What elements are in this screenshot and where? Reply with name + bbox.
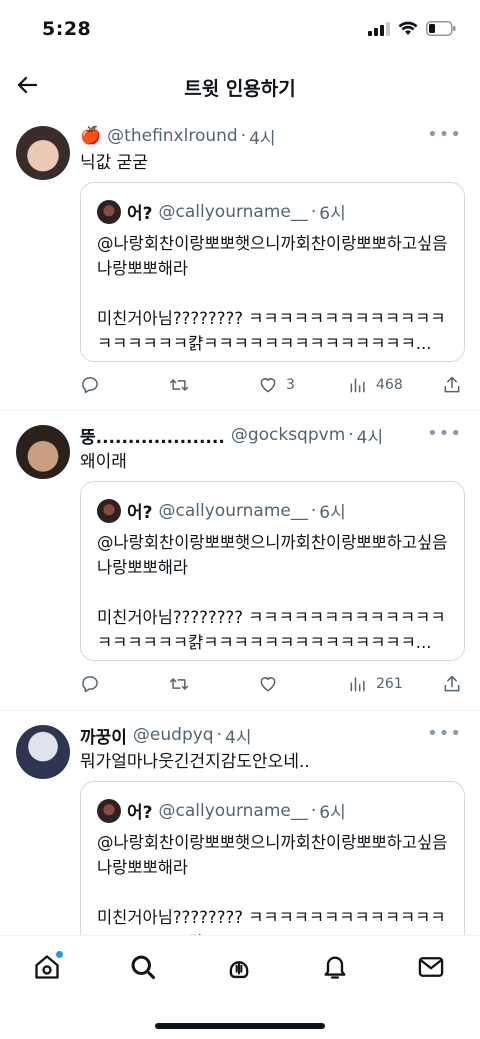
quoted-text: @나랑회찬이랑뽀뽀햇으니까회찬이랑뽀뽀하고싶음나랑뽀뽀해라 미친거아님?????… bbox=[97, 533, 448, 652]
quoted-avatar bbox=[97, 798, 121, 823]
tweet-text: 왜이래 bbox=[80, 452, 127, 472]
quote-tweets-feed: 🍎 @thefinxlround · 4시 ••• 닉값 굳굳 어? @call… bbox=[0, 112, 480, 935]
status-time: 5:28 bbox=[42, 18, 92, 40]
share-icon bbox=[444, 675, 460, 692]
avatar[interactable] bbox=[16, 126, 70, 180]
display-name[interactable]: 뚱.................... bbox=[80, 423, 225, 448]
quoted-avatar bbox=[97, 498, 121, 523]
user-handle[interactable]: @gocksqpvm bbox=[231, 425, 345, 445]
quoted-tweet-header: 어? @callyourname__ · 6시 bbox=[97, 798, 346, 823]
tab-home[interactable] bbox=[32, 950, 64, 982]
reply-icon bbox=[82, 377, 98, 394]
avatar[interactable] bbox=[16, 425, 70, 479]
like-button[interactable]: 3 bbox=[258, 375, 295, 395]
display-name[interactable]: 까꿍이 bbox=[80, 723, 127, 748]
signal-icon bbox=[368, 21, 390, 36]
separator-dot: · bbox=[348, 425, 354, 445]
tweet-text: 닉값 굳굳 bbox=[80, 153, 148, 173]
retweet-button[interactable] bbox=[168, 674, 198, 694]
tweet-time: 4시 bbox=[225, 727, 252, 748]
quoted-handle: @callyourname__ bbox=[158, 500, 308, 521]
quoted-time: 6시 bbox=[319, 803, 346, 823]
status-bar: 5:28 bbox=[0, 0, 480, 60]
quoted-tweet-header: 어? @callyourname__ · 6시 bbox=[97, 199, 346, 224]
tab-messages[interactable] bbox=[416, 952, 446, 982]
quoted-time: 6시 bbox=[319, 204, 346, 224]
tweet-header: 까꿍이 @eudpyq · 4시 bbox=[80, 723, 464, 748]
reply-button[interactable] bbox=[80, 674, 108, 694]
reply-button[interactable] bbox=[80, 375, 108, 395]
tweet-actions: 3 468 bbox=[80, 373, 465, 397]
quoted-display-name: 어? bbox=[127, 803, 153, 823]
views-icon bbox=[350, 378, 365, 393]
notification-dot bbox=[55, 950, 64, 959]
quoted-time: 6시 bbox=[319, 503, 346, 523]
tab-search[interactable] bbox=[128, 952, 158, 982]
separator-dot: · bbox=[310, 800, 317, 821]
share-button[interactable] bbox=[442, 375, 462, 395]
quoted-avatar bbox=[97, 199, 121, 224]
bottom-tab-bar bbox=[0, 935, 480, 1039]
retweet-button[interactable] bbox=[168, 375, 198, 395]
tab-spaces[interactable] bbox=[224, 952, 254, 982]
tweet-text: 뭐가얼마나웃긴건지감도안오네.. bbox=[80, 752, 310, 772]
quoted-tweet-header: 어? @callyourname__ · 6시 bbox=[97, 498, 346, 523]
views-icon bbox=[350, 677, 365, 692]
quoted-text: @나랑회찬이랑뽀뽀햇으니까회찬이랑뽀뽀하고싶음나랑뽀뽀해라 미친거아님?????… bbox=[97, 833, 448, 935]
tweet[interactable]: 뚱.................... @gocksqpvm · 4시 ••… bbox=[0, 411, 480, 711]
home-indicator bbox=[155, 1023, 325, 1029]
share-icon bbox=[444, 376, 460, 393]
notifications-icon bbox=[324, 956, 346, 979]
battery-icon bbox=[426, 21, 456, 36]
quoted-handle: @callyourname__ bbox=[158, 201, 308, 222]
tweet[interactable]: 🍎 @thefinxlround · 4시 ••• 닉값 굳굳 어? @call… bbox=[0, 112, 480, 411]
avatar[interactable] bbox=[16, 725, 70, 779]
search-icon bbox=[131, 955, 156, 980]
tweet-time: 4시 bbox=[356, 427, 384, 448]
quoted-tweet[interactable]: 어? @callyourname__ · 6시 @나랑회찬이랑뽀뽀햇으니까회찬이… bbox=[80, 781, 465, 935]
separator-dot: · bbox=[310, 201, 317, 222]
retweet-icon bbox=[169, 379, 189, 391]
views-button[interactable]: 261 bbox=[348, 674, 403, 694]
tweet-time: 4시 bbox=[249, 128, 276, 149]
share-button[interactable] bbox=[442, 674, 462, 694]
quoted-text: @나랑회찬이랑뽀뽀햇으니까회찬이랑뽀뽀하고싶음나랑뽀뽀해라 미친거아님?????… bbox=[97, 234, 448, 353]
page-title: 트윗 인용하기 bbox=[184, 78, 296, 100]
quoted-tweet[interactable]: 어? @callyourname__ · 6시 @나랑회찬이랑뽀뽀햇으니까회찬이… bbox=[80, 182, 465, 362]
more-options-icon[interactable]: ••• bbox=[427, 423, 462, 444]
separator-dot: · bbox=[240, 126, 247, 146]
quoted-handle: @callyourname__ bbox=[158, 800, 308, 821]
user-handle[interactable]: @eudpyq bbox=[133, 725, 214, 745]
tab-notifications[interactable] bbox=[320, 952, 350, 982]
more-options-icon[interactable]: ••• bbox=[427, 124, 462, 145]
wifi-icon bbox=[398, 21, 418, 35]
heart-icon bbox=[260, 378, 276, 393]
quoted-display-name: 어? bbox=[127, 503, 153, 523]
spaces-icon bbox=[229, 961, 249, 979]
user-handle[interactable]: @thefinxlround bbox=[107, 126, 238, 146]
separator-dot: · bbox=[310, 500, 317, 521]
view-count: 468 bbox=[376, 377, 403, 393]
quoted-tweet[interactable]: 어? @callyourname__ · 6시 @나랑회찬이랑뽀뽀햇으니까회찬이… bbox=[80, 481, 465, 661]
tweet-header: 🍎 @thefinxlround · 4시 bbox=[80, 124, 464, 149]
separator-dot: · bbox=[216, 725, 222, 745]
apple-emoji: 🍎 bbox=[80, 126, 102, 146]
header: 트윗 인용하기 bbox=[0, 60, 480, 112]
retweet-icon bbox=[169, 678, 189, 690]
reply-icon bbox=[82, 676, 98, 693]
status-icons bbox=[368, 21, 456, 36]
tweet[interactable]: 까꿍이 @eudpyq · 4시 ••• 뭐가얼마나웃긴건지감도안오네.. 어?… bbox=[0, 711, 480, 935]
more-options-icon[interactable]: ••• bbox=[427, 723, 462, 744]
tweet-actions: 261 bbox=[80, 672, 465, 696]
heart-icon bbox=[260, 677, 276, 692]
tweet-header: 뚱.................... @gocksqpvm · 4시 bbox=[80, 423, 464, 448]
messages-icon bbox=[418, 957, 444, 977]
views-button[interactable]: 468 bbox=[348, 375, 403, 395]
like-button[interactable] bbox=[258, 674, 286, 694]
quoted-display-name: 어? bbox=[127, 204, 153, 224]
view-count: 261 bbox=[376, 676, 403, 692]
like-count: 3 bbox=[286, 377, 295, 393]
